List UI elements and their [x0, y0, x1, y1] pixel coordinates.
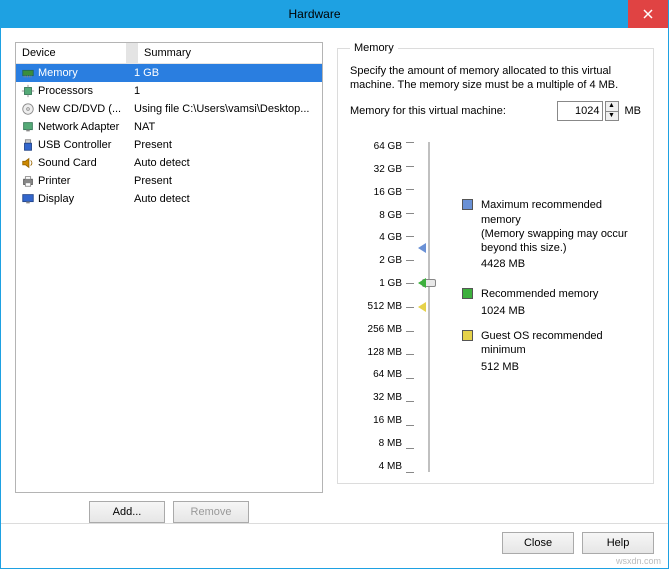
display-icon	[20, 191, 36, 207]
device-list-header: Device Summary	[16, 43, 322, 64]
device-summary: NAT	[134, 121, 318, 133]
device-row[interactable]: Sound CardAuto detect	[16, 154, 322, 172]
header-device[interactable]: Device	[16, 43, 126, 63]
device-buttons: Add... Remove	[15, 493, 323, 523]
scale-label: 4 GB	[350, 233, 402, 243]
device-name: Display	[38, 193, 134, 205]
device-summary: Present	[134, 175, 318, 187]
dialog-body: Device Summary Memory1 GBProcessors1New …	[0, 28, 669, 569]
window-title: Hardware	[1, 7, 628, 21]
printer-icon	[20, 173, 36, 189]
memory-slider-track[interactable]	[420, 142, 450, 471]
scale-label: 256 MB	[350, 325, 402, 335]
scale-label: 32 GB	[350, 165, 402, 175]
add-button[interactable]: Add...	[89, 501, 165, 523]
scale-label: 8 GB	[350, 211, 402, 221]
max-rec-label: Maximum recommended memory	[481, 198, 641, 227]
spinner-down-icon: ▼	[605, 111, 619, 121]
scale-label: 2 GB	[350, 256, 402, 266]
scale-label: 1 GB	[350, 279, 402, 289]
device-name: Memory	[38, 67, 134, 79]
rec-color-icon	[462, 288, 473, 299]
net-icon	[20, 119, 36, 135]
titlebar: Hardware	[0, 0, 669, 28]
close-button[interactable]: Close	[502, 532, 574, 554]
device-row[interactable]: Network AdapterNAT	[16, 118, 322, 136]
cpu-icon	[20, 83, 36, 99]
scale-label: 64 GB	[350, 142, 402, 152]
min-value: 512 MB	[481, 360, 641, 374]
device-summary: 1	[134, 85, 318, 97]
rec-label: Recommended memory	[481, 287, 598, 301]
device-list[interactable]: Device Summary Memory1 GBProcessors1New …	[15, 42, 323, 493]
memory-input-label: Memory for this virtual machine:	[350, 105, 506, 117]
device-summary: Auto detect	[134, 157, 318, 169]
rec-marker-icon	[418, 278, 426, 288]
device-name: New CD/DVD (...	[38, 103, 134, 115]
scale-label: 4 MB	[350, 462, 402, 472]
scale-label: 128 MB	[350, 348, 402, 358]
device-summary: Auto detect	[134, 193, 318, 205]
memory-description: Specify the amount of memory allocated t…	[350, 64, 641, 93]
device-name: Processors	[38, 85, 134, 97]
close-icon[interactable]	[628, 0, 668, 28]
device-row[interactable]: PrinterPresent	[16, 172, 322, 190]
min-rec-color-icon	[462, 330, 473, 341]
memory-legend: Memory	[350, 42, 398, 54]
memory-icon	[20, 65, 36, 81]
device-summary: 1 GB	[134, 67, 318, 79]
scale-label: 8 MB	[350, 439, 402, 449]
device-row[interactable]: Processors1	[16, 82, 322, 100]
memory-input[interactable]	[557, 101, 603, 121]
min-rec-marker-icon	[418, 302, 426, 312]
device-row[interactable]: USB ControllerPresent	[16, 136, 322, 154]
min-label: Guest OS recommended minimum	[481, 329, 641, 358]
help-button[interactable]: Help	[582, 532, 654, 554]
dialog-bottom-bar: Close Help	[1, 523, 668, 568]
scale-label: 16 GB	[350, 188, 402, 198]
cd-icon	[20, 101, 36, 117]
max-rec-color-icon	[462, 199, 473, 210]
scale-label: 32 MB	[350, 393, 402, 403]
device-row[interactable]: DisplayAuto detect	[16, 190, 322, 208]
memory-unit: MB	[625, 105, 642, 117]
memory-panel: Memory Specify the amount of memory allo…	[337, 42, 654, 523]
device-name: Network Adapter	[38, 121, 134, 133]
device-name: USB Controller	[38, 139, 134, 151]
device-name: Sound Card	[38, 157, 134, 169]
max-rec-marker-icon	[418, 243, 426, 253]
device-row[interactable]: Memory1 GB	[16, 64, 322, 82]
spinner-up-icon: ▲	[605, 101, 619, 111]
remove-button[interactable]: Remove	[173, 501, 249, 523]
scale-label: 16 MB	[350, 416, 402, 426]
memory-scale: 64 GB 32 GB 16 GB 8 GB 4 GB 2 GB 1 GB 512 MB 256…	[350, 142, 641, 471]
device-summary: Present	[134, 139, 318, 151]
sound-icon	[20, 155, 36, 171]
usb-icon	[20, 137, 36, 153]
device-name: Printer	[38, 175, 134, 187]
memory-spinner[interactable]: ▲ ▼	[605, 101, 619, 121]
max-rec-note: (Memory swapping may occur beyond this s…	[481, 227, 641, 256]
memory-legend-col: Maximum recommended memory (Memory swapp…	[450, 142, 641, 471]
device-row[interactable]: New CD/DVD (...Using file C:\Users\vamsi…	[16, 100, 322, 118]
device-panel: Device Summary Memory1 GBProcessors1New …	[15, 42, 323, 523]
device-summary: Using file C:\Users\vamsi\Desktop...	[134, 103, 318, 115]
max-rec-value: 4428 MB	[481, 257, 641, 271]
header-summary[interactable]: Summary	[138, 43, 322, 63]
rec-value: 1024 MB	[481, 304, 598, 318]
scale-label: 64 MB	[350, 370, 402, 380]
scale-label: 512 MB	[350, 302, 402, 312]
watermark: wsxdn.com	[616, 556, 661, 566]
